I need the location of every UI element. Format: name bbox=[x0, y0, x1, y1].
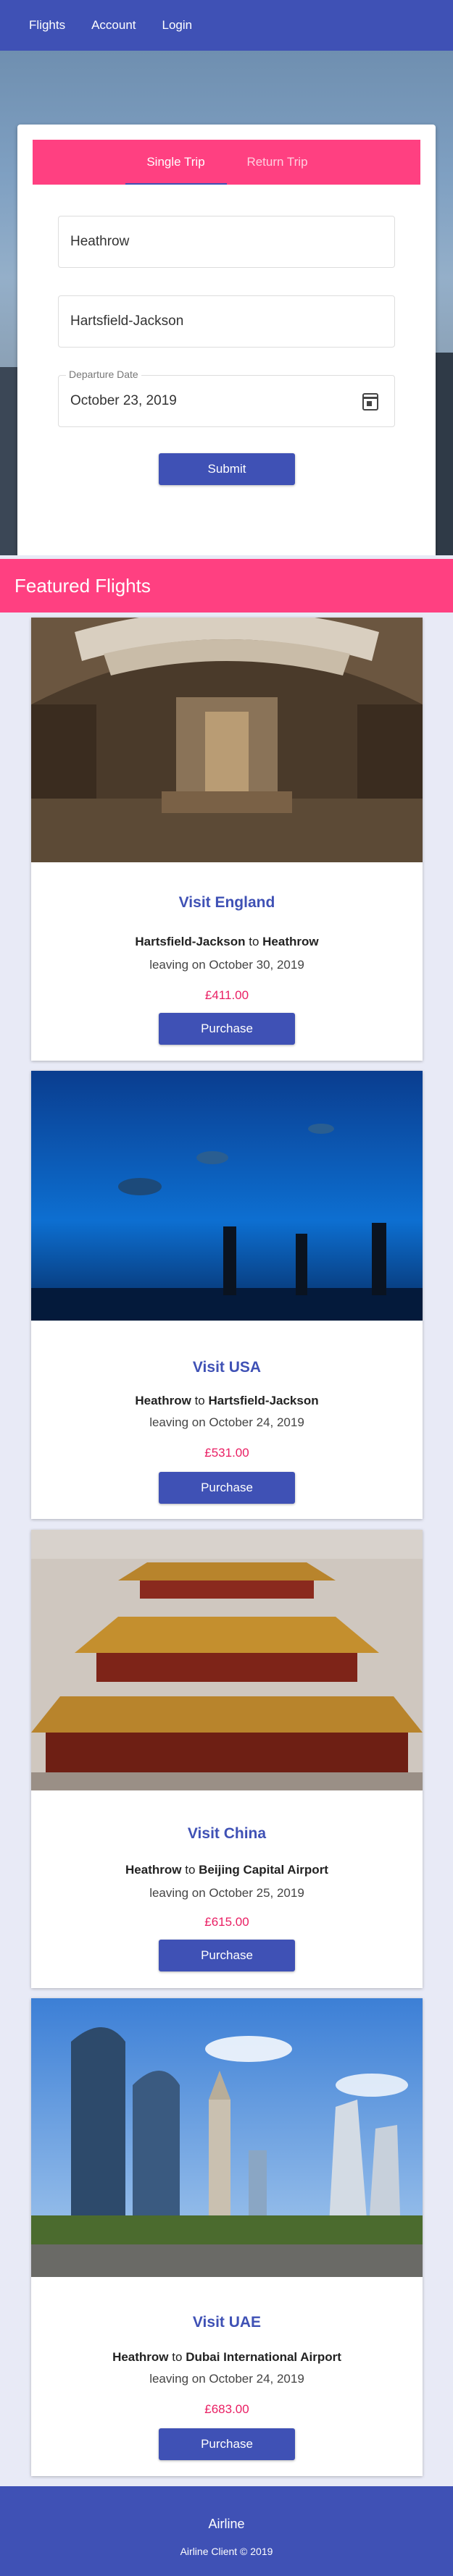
flight-route: Heathrow to Beijing Capital Airport bbox=[31, 1863, 423, 1877]
hero-city-background: Single Trip Return Trip Heathrow Hartsfi… bbox=[0, 51, 453, 555]
route-connector: to bbox=[185, 1863, 196, 1877]
flight-route: Hartsfield-Jackson to Heathrow bbox=[31, 935, 423, 949]
purchase-button[interactable]: Purchase bbox=[159, 1013, 295, 1045]
submit-button[interactable]: Submit bbox=[159, 453, 295, 485]
flight-price: £531.00 bbox=[204, 1446, 249, 1460]
flight-card: Visit UAE Heathrow to Dubai Internationa… bbox=[31, 1998, 423, 2476]
route-connector: to bbox=[172, 2350, 183, 2364]
flight-title: Visit USA bbox=[192, 1359, 262, 1376]
flight-price: £615.00 bbox=[204, 1915, 249, 1929]
tab-single-trip[interactable]: Single Trip bbox=[125, 140, 227, 185]
footer-copyright: Airline Client © 2019 bbox=[180, 2546, 273, 2557]
destination-value: Hartsfield-Jackson bbox=[70, 313, 184, 329]
flight-price: £683.00 bbox=[204, 2402, 249, 2416]
flight-title: Visit UAE bbox=[192, 2314, 262, 2331]
flight-departure: leaving on October 30, 2019 bbox=[149, 958, 304, 972]
departure-date-value: October 23, 2019 bbox=[70, 393, 177, 408]
purchase-button[interactable]: Purchase bbox=[159, 1472, 295, 1504]
flight-card: Visit China Heathrow to Beijing Capital … bbox=[31, 1530, 423, 1988]
nav-account-link[interactable]: Account bbox=[91, 18, 136, 33]
origin-field[interactable]: Heathrow bbox=[58, 216, 395, 268]
route-destination: Dubai International Airport bbox=[186, 2350, 341, 2364]
purchase-button[interactable]: Purchase bbox=[159, 2428, 295, 2460]
purchase-button[interactable]: Purchase bbox=[159, 1940, 295, 1971]
route-destination: Hartsfield-Jackson bbox=[208, 1394, 319, 1407]
route-destination: Beijing Capital Airport bbox=[199, 1863, 328, 1877]
flight-departure: leaving on October 25, 2019 bbox=[149, 1886, 304, 1900]
flight-price: £411.00 bbox=[204, 988, 249, 1002]
china-palace-image bbox=[31, 1530, 423, 1790]
route-connector: to bbox=[194, 1394, 205, 1407]
route-destination: Heathrow bbox=[262, 935, 319, 948]
departure-date-label: Departure Date bbox=[66, 369, 141, 380]
flight-route: Heathrow to Dubai International Airport bbox=[31, 2350, 423, 2365]
route-connector: to bbox=[249, 935, 259, 948]
flight-departure: leaving on October 24, 2019 bbox=[149, 2372, 304, 2386]
featured-flights-heading: Featured Flights bbox=[0, 559, 453, 613]
england-museum-image bbox=[31, 618, 423, 862]
nav-flights-link[interactable]: Flights bbox=[29, 18, 65, 33]
flight-route: Heathrow to Hartsfield-Jackson bbox=[31, 1394, 423, 1408]
search-card: Single Trip Return Trip Heathrow Hartsfi… bbox=[17, 125, 436, 555]
route-origin: Heathrow bbox=[125, 1863, 182, 1877]
flight-card: Visit England Hartsfield-Jackson to Heat… bbox=[31, 618, 423, 1061]
origin-value: Heathrow bbox=[70, 234, 130, 249]
page-footer: Airline Airline Client © 2019 bbox=[0, 2486, 453, 2576]
calendar-icon[interactable] bbox=[362, 393, 378, 411]
trip-type-tabs: Single Trip Return Trip bbox=[33, 140, 420, 185]
uae-city-image bbox=[31, 1998, 423, 2277]
route-origin: Hartsfield-Jackson bbox=[135, 935, 246, 948]
destination-field[interactable]: Hartsfield-Jackson bbox=[58, 295, 395, 348]
flight-title: Visit England bbox=[178, 894, 275, 911]
nav-login-link[interactable]: Login bbox=[162, 18, 193, 33]
flight-departure: leaving on October 24, 2019 bbox=[149, 1415, 304, 1429]
flight-title: Visit China bbox=[187, 1825, 267, 1842]
usa-aquarium-image bbox=[31, 1071, 423, 1321]
route-origin: Heathrow bbox=[135, 1394, 191, 1407]
departure-date-field[interactable]: Departure Date October 23, 2019 bbox=[58, 369, 395, 427]
tab-return-trip[interactable]: Return Trip bbox=[227, 140, 328, 185]
footer-brand: Airline bbox=[208, 2517, 245, 2531]
route-origin: Heathrow bbox=[112, 2350, 169, 2364]
top-navbar: Flights Account Login bbox=[0, 0, 453, 51]
flight-card: Visit USA Heathrow to Hartsfield-Jackson… bbox=[31, 1071, 423, 1519]
